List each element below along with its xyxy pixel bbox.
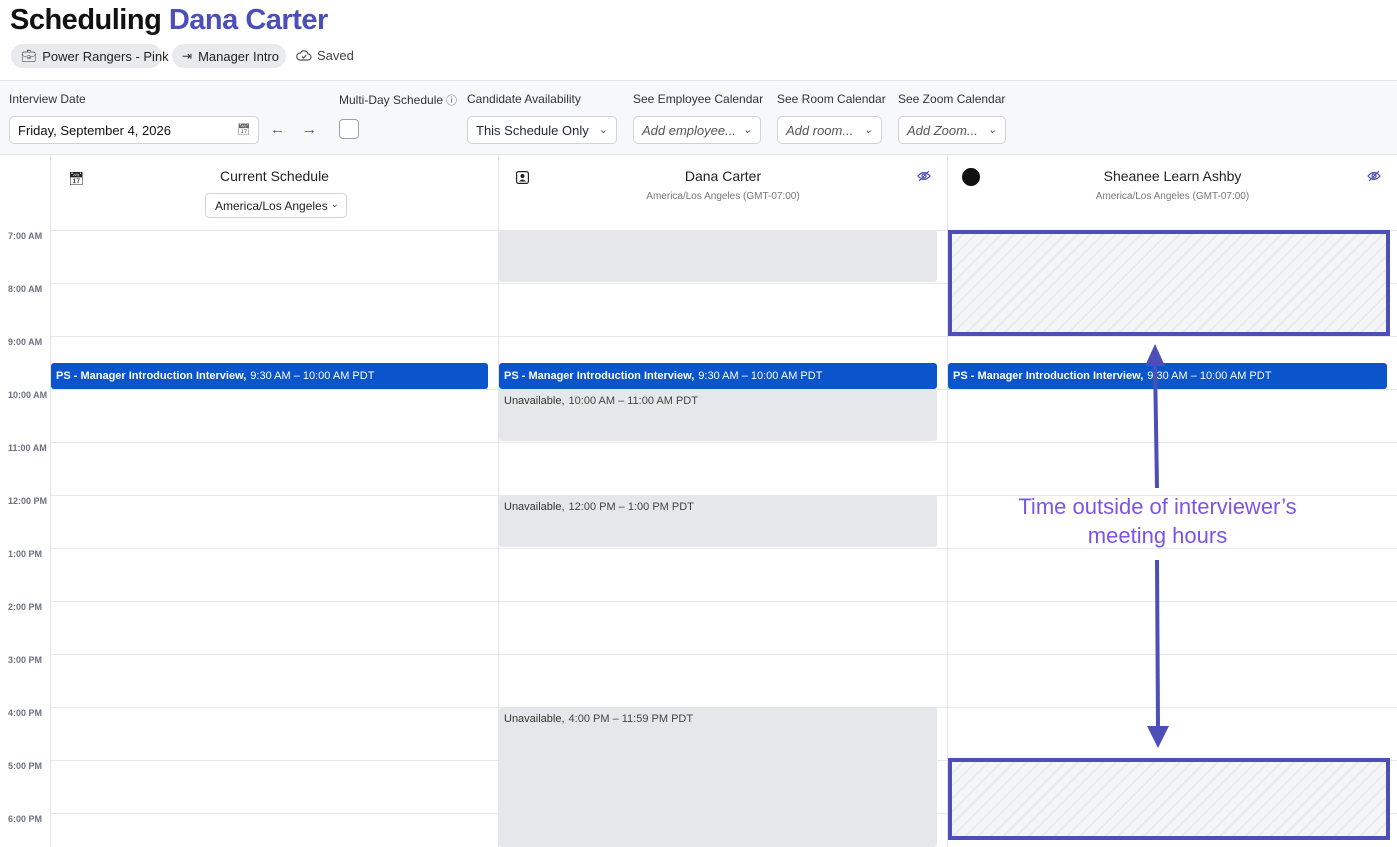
annotation-line: meeting hours: [1087, 523, 1228, 548]
annotation-arrow-down: [1155, 559, 1160, 729]
annotation-arrows: [1145, 344, 1169, 748]
annotation-text: Time outside of interviewer’s meeting ho…: [995, 492, 1320, 550]
annotation-line: Time outside of interviewer’s: [1018, 494, 1297, 519]
annotation-arrow-up: [1153, 361, 1159, 489]
annotation-arrowhead-down: [1147, 726, 1169, 748]
annotation-arrowhead-up: [1145, 344, 1165, 366]
